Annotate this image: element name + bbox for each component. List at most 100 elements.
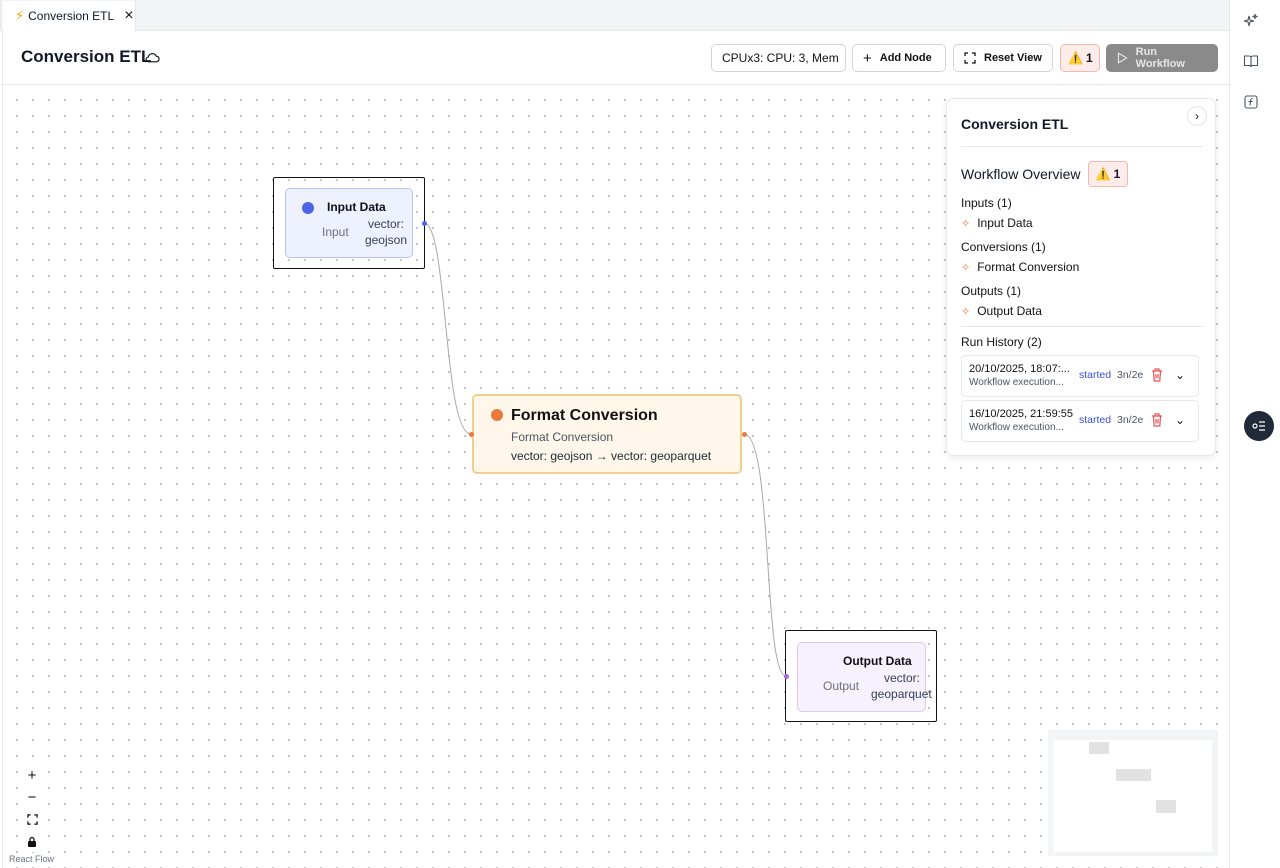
reset-view-button[interactable]: Reset View <box>953 44 1053 72</box>
trash-icon[interactable] <box>1150 367 1164 383</box>
divider <box>961 326 1203 327</box>
run-date: 20/10/2025, 18:07:... <box>969 363 1070 375</box>
list-item-label: Format Conversion <box>977 260 1080 274</box>
resources-select-value: CPUx3: CPU: 3, Mem <box>722 51 839 65</box>
run-history-item[interactable]: 20/10/2025, 18:07:... Workflow execution… <box>961 355 1199 397</box>
zoom-out-button[interactable]: − <box>19 786 45 808</box>
panel-title: Conversion ETL <box>961 116 1069 132</box>
run-count: 3n/2e <box>1117 414 1144 426</box>
fit-view-icon <box>26 813 38 825</box>
bolt-icon: ⚡ <box>15 8 25 23</box>
node-kind: Input <box>322 225 349 239</box>
zoom-controls: + − <box>19 764 45 852</box>
cloud-icon <box>145 53 160 63</box>
run-history-item[interactable]: 16/10/2025, 21:59:55 Workflow execution.… <box>961 400 1199 442</box>
conversions-header: Conversions (1) <box>961 240 1046 254</box>
add-node-button[interactable]: + Add Node <box>852 44 946 72</box>
minimap-viewport <box>1053 740 1212 852</box>
node-kind: Output <box>823 679 860 693</box>
conversion-target-handle[interactable] <box>469 432 474 437</box>
node-title: Format Conversion <box>511 407 658 424</box>
chevron-down-icon[interactable]: ⌄ <box>1175 368 1185 382</box>
collapse-panel-button[interactable]: › <box>1187 106 1207 126</box>
node-subtitle: Format Conversion <box>511 430 614 444</box>
run-date: 16/10/2025, 21:59:55 <box>969 408 1073 420</box>
run-workflow-button[interactable]: Run Workflow <box>1106 44 1218 72</box>
run-history-header: Run History (2) <box>961 335 1042 349</box>
list-item-output[interactable]: ✧ Output Data <box>961 304 1042 318</box>
lock-icon <box>28 836 36 847</box>
app-root: ⚡ Conversion ETL × Conversion ETL CPUx3:… <box>0 0 1280 868</box>
add-node-label: Add Node <box>879 52 932 64</box>
warnings-button[interactable]: ⚠️ 1 <box>1060 44 1100 72</box>
run-status: started <box>1079 414 1112 426</box>
output-data-node[interactable]: Output Data Output vector: geoparquet <box>797 642 932 712</box>
overview-title: Workflow Overview <box>961 166 1081 182</box>
warning-count: 1 <box>1085 51 1093 65</box>
node-title: Input Data <box>327 200 386 214</box>
minimap[interactable] <box>1048 730 1218 856</box>
node-format-line1: vector: <box>884 671 921 685</box>
chevron-down-icon[interactable]: ⌄ <box>1175 413 1185 427</box>
ellipsis-icon: ✧ <box>961 217 971 230</box>
list-toggle-icon <box>1252 421 1265 431</box>
run-status: started <box>1079 369 1112 381</box>
edge-conversion-to-output[interactable] <box>743 433 787 677</box>
fit-view-button[interactable] <box>19 808 45 830</box>
list-item-conversion[interactable]: ✧ Format Conversion <box>961 260 1079 274</box>
run-description: Workflow execution... <box>969 422 1064 433</box>
ellipsis-icon: ✧ <box>961 261 971 274</box>
fit-view-icon <box>964 52 976 64</box>
sparkles-icon[interactable] <box>1243 13 1259 29</box>
zoom-in-button[interactable]: + <box>19 764 45 786</box>
node-format-line2: geoparquet <box>871 687 932 701</box>
run-description: Workflow execution... <box>969 377 1064 388</box>
outputs-header: Outputs (1) <box>961 284 1022 298</box>
conversion-type-dot <box>491 409 503 421</box>
overview-warning-badge[interactable]: ⚠️ 1 <box>1088 161 1128 187</box>
workflow-header: Conversion ETL CPUx3: CPU: 3, Mem + Add … <box>2 31 1229 85</box>
input-source-handle[interactable] <box>422 221 427 226</box>
tab-bar: ⚡ Conversion ETL × <box>0 0 1229 31</box>
inputs-header: Inputs (1) <box>961 196 1012 210</box>
minimap-node <box>1089 742 1109 754</box>
tab-conversion-etl[interactable]: ⚡ Conversion ETL × <box>3 1 136 31</box>
list-item-label: Output Data <box>977 304 1042 318</box>
close-icon[interactable]: × <box>124 8 133 24</box>
plus-icon: + <box>863 49 872 67</box>
trash-icon[interactable] <box>1150 412 1164 428</box>
book-icon[interactable] <box>1243 53 1259 69</box>
ellipsis-icon: ✧ <box>961 305 971 318</box>
page-title: Conversion ETL <box>21 47 152 66</box>
react-flow-attribution[interactable]: React Flow <box>9 854 54 864</box>
function-icon[interactable] <box>1243 94 1259 110</box>
resources-select[interactable]: CPUx3: CPU: 3, Mem <box>711 44 846 72</box>
run-workflow-label: Run Workflow <box>1135 46 1185 70</box>
conversion-source-handle[interactable] <box>742 432 747 437</box>
input-type-dot <box>302 202 314 214</box>
run-count: 3n/2e <box>1117 369 1144 381</box>
warning-icon: ⚠️ <box>1068 51 1083 65</box>
format-conversion-node[interactable]: Format Conversion Format Conversion vect… <box>472 394 742 474</box>
minimap-node <box>1156 800 1176 813</box>
overview-warning-count: 1 <box>1113 167 1121 181</box>
list-toggle-button[interactable] <box>1244 411 1274 441</box>
play-icon <box>1117 52 1128 64</box>
edge-input-to-conversion[interactable] <box>423 222 472 435</box>
list-item-input[interactable]: ✧ Input Data <box>961 216 1033 230</box>
reset-view-label: Reset View <box>984 52 1042 64</box>
node-format-line1: vector: <box>367 217 404 231</box>
warning-icon: ⚠️ <box>1095 167 1111 181</box>
chevron-right-icon: › <box>1195 109 1199 123</box>
node-title: Output Data <box>843 654 912 668</box>
divider <box>961 146 1203 147</box>
lock-button[interactable] <box>19 830 45 852</box>
output-target-handle[interactable] <box>784 674 789 679</box>
list-item-label: Input Data <box>977 216 1033 230</box>
minimap-node <box>1116 769 1151 781</box>
tab-label: Conversion ETL <box>28 9 115 23</box>
node-format-line2: geojson <box>364 233 407 247</box>
node-mapping: vector: geojson → vector: geoparquet <box>511 449 712 463</box>
input-data-node[interactable]: Input Data Input vector: geojson <box>285 188 413 258</box>
workflow-overview-panel: Conversion ETL › Workflow Overview ⚠️ 1 … <box>946 98 1216 456</box>
